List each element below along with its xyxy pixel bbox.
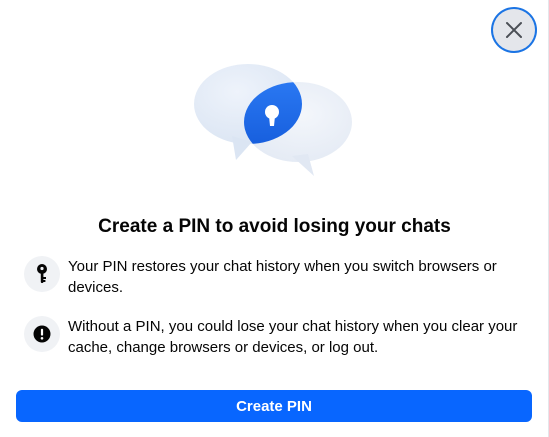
close-button[interactable] [493, 9, 535, 51]
close-icon [506, 22, 522, 38]
info-item: Your PIN restores your chat history when… [24, 256, 524, 298]
chat-bubbles-lock-icon [190, 62, 360, 184]
key-icon [24, 256, 60, 292]
create-pin-button[interactable]: Create PIN [16, 390, 532, 422]
info-item: Without a PIN, you could lose your chat … [24, 316, 524, 358]
create-pin-dialog: Create a PIN to avoid losing your chats … [0, 0, 549, 437]
dialog-title: Create a PIN to avoid losing your chats [98, 216, 451, 237]
alert-icon [24, 316, 60, 352]
info-item-text: Your PIN restores your chat history when… [68, 258, 497, 296]
info-item-text: Without a PIN, you could lose your chat … [68, 318, 518, 356]
